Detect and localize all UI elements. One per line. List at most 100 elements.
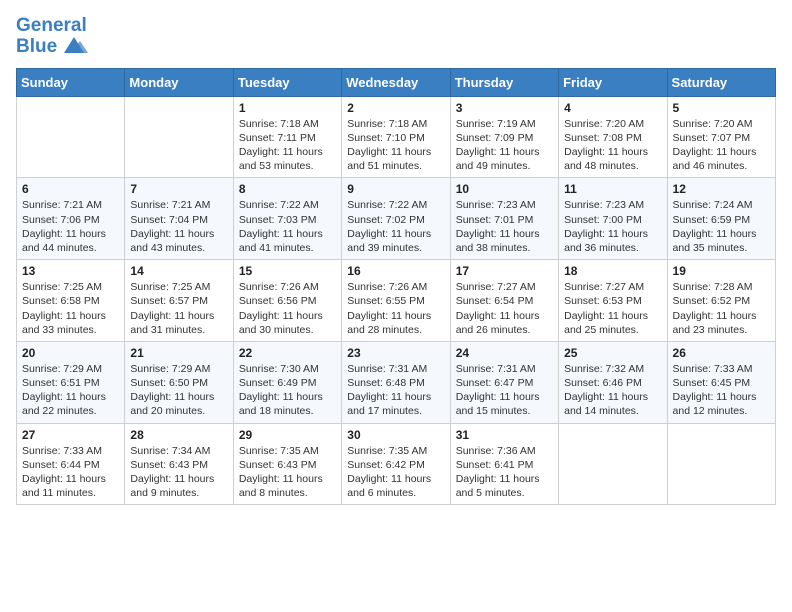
day-info: Sunrise: 7:36 AMSunset: 6:41 PMDaylight:… <box>456 444 553 501</box>
calendar-week-1: 1Sunrise: 7:18 AMSunset: 7:11 PMDaylight… <box>17 96 776 178</box>
calendar-cell: 18 Sunrise: 7:27 AMSunset: 6:53 PMDayligh… <box>559 260 667 342</box>
day-info: Sunrise: 7:34 AMSunset: 6:43 PMDaylight:… <box>130 444 227 501</box>
calendar-cell: 8 Sunrise: 7:22 AMSunset: 7:03 PMDaylight… <box>233 178 341 260</box>
day-info: Sunrise: 7:27 AMSunset: 6:53 PMDaylight:… <box>564 280 661 337</box>
calendar-table: SundayMondayTuesdayWednesdayThursdayFrid… <box>16 68 776 505</box>
day-info: Sunrise: 7:33 AMSunset: 6:44 PMDaylight:… <box>22 444 119 501</box>
col-header-thursday: Thursday <box>450 68 558 96</box>
calendar-cell: 6 Sunrise: 7:21 AMSunset: 7:06 PMDaylight… <box>17 178 125 260</box>
day-info: Sunrise: 7:20 AMSunset: 7:08 PMDaylight:… <box>564 117 661 174</box>
day-number: 15 <box>239 264 336 278</box>
calendar-cell: 14 Sunrise: 7:25 AMSunset: 6:57 PMDayligh… <box>125 260 233 342</box>
day-info: Sunrise: 7:28 AMSunset: 6:52 PMDaylight:… <box>673 280 770 337</box>
calendar-week-2: 6 Sunrise: 7:21 AMSunset: 7:06 PMDaylight… <box>17 178 776 260</box>
day-info: Sunrise: 7:27 AMSunset: 6:54 PMDaylight:… <box>456 280 553 337</box>
day-number: 14 <box>130 264 227 278</box>
day-info: Sunrise: 7:25 AMSunset: 6:57 PMDaylight:… <box>130 280 227 337</box>
calendar-cell <box>559 423 667 505</box>
calendar-cell: 9Sunrise: 7:22 AMSunset: 7:02 PMDaylight… <box>342 178 450 260</box>
calendar-week-3: 13 Sunrise: 7:25 AMSunset: 6:58 PMDayligh… <box>17 260 776 342</box>
day-number: 28 <box>130 428 227 442</box>
calendar-cell: 13 Sunrise: 7:25 AMSunset: 6:58 PMDayligh… <box>17 260 125 342</box>
col-header-tuesday: Tuesday <box>233 68 341 96</box>
day-number: 11 <box>564 182 661 196</box>
day-info: Sunrise: 7:33 AMSunset: 6:45 PMDaylight:… <box>673 362 770 419</box>
day-info: Sunrise: 7:22 AMSunset: 7:02 PMDaylight:… <box>347 198 444 255</box>
calendar-cell: 23 Sunrise: 7:31 AMSunset: 6:48 PMDayligh… <box>342 341 450 423</box>
calendar-cell: 11 Sunrise: 7:23 AMSunset: 7:00 PMDayligh… <box>559 178 667 260</box>
page: General Blue SundayMondayTuesdayWednesda… <box>0 0 792 521</box>
calendar-cell: 21 Sunrise: 7:29 AMSunset: 6:50 PMDayligh… <box>125 341 233 423</box>
calendar-week-5: 27 Sunrise: 7:33 AMSunset: 6:44 PMDayligh… <box>17 423 776 505</box>
calendar-cell: 22 Sunrise: 7:30 AMSunset: 6:49 PMDayligh… <box>233 341 341 423</box>
calendar-cell: 29Sunrise: 7:35 AMSunset: 6:43 PMDayligh… <box>233 423 341 505</box>
day-info: Sunrise: 7:29 AMSunset: 6:50 PMDaylight:… <box>130 362 227 419</box>
col-header-saturday: Saturday <box>667 68 775 96</box>
header: General Blue <box>16 16 776 58</box>
day-info: Sunrise: 7:18 AMSunset: 7:10 PMDaylight:… <box>347 117 444 174</box>
day-number: 8 <box>239 182 336 196</box>
day-info: Sunrise: 7:30 AMSunset: 6:49 PMDaylight:… <box>239 362 336 419</box>
logo-icon <box>60 35 88 57</box>
day-number: 31 <box>456 428 553 442</box>
day-number: 13 <box>22 264 119 278</box>
day-number: 18 <box>564 264 661 278</box>
calendar-cell: 4Sunrise: 7:20 AMSunset: 7:08 PMDaylight… <box>559 96 667 178</box>
calendar-cell <box>17 96 125 178</box>
logo-general: General <box>16 16 88 37</box>
day-number: 3 <box>456 101 553 115</box>
day-info: Sunrise: 7:23 AMSunset: 7:01 PMDaylight:… <box>456 198 553 255</box>
day-number: 16 <box>347 264 444 278</box>
day-info: Sunrise: 7:23 AMSunset: 7:00 PMDaylight:… <box>564 198 661 255</box>
calendar-cell: 28 Sunrise: 7:34 AMSunset: 6:43 PMDayligh… <box>125 423 233 505</box>
day-info: Sunrise: 7:25 AMSunset: 6:58 PMDaylight:… <box>22 280 119 337</box>
calendar-cell: 10 Sunrise: 7:23 AMSunset: 7:01 PMDayligh… <box>450 178 558 260</box>
calendar-cell: 17 Sunrise: 7:27 AMSunset: 6:54 PMDayligh… <box>450 260 558 342</box>
day-info: Sunrise: 7:29 AMSunset: 6:51 PMDaylight:… <box>22 362 119 419</box>
day-number: 20 <box>22 346 119 360</box>
calendar-cell: 25Sunrise: 7:32 AMSunset: 6:46 PMDayligh… <box>559 341 667 423</box>
col-header-sunday: Sunday <box>17 68 125 96</box>
calendar-cell: 3 Sunrise: 7:19 AMSunset: 7:09 PMDaylight… <box>450 96 558 178</box>
day-number: 12 <box>673 182 770 196</box>
day-info: Sunrise: 7:35 AMSunset: 6:43 PMDaylight:… <box>239 444 336 501</box>
day-number: 2 <box>347 101 444 115</box>
calendar-cell: 19 Sunrise: 7:28 AMSunset: 6:52 PMDayligh… <box>667 260 775 342</box>
day-number: 22 <box>239 346 336 360</box>
day-info: Sunrise: 7:22 AMSunset: 7:03 PMDaylight:… <box>239 198 336 255</box>
day-info: Sunrise: 7:31 AMSunset: 6:48 PMDaylight:… <box>347 362 444 419</box>
day-info: Sunrise: 7:35 AMSunset: 6:42 PMDaylight:… <box>347 444 444 501</box>
day-info: Sunrise: 7:26 AMSunset: 6:55 PMDaylight:… <box>347 280 444 337</box>
day-number: 6 <box>22 182 119 196</box>
calendar-cell: 27 Sunrise: 7:33 AMSunset: 6:44 PMDayligh… <box>17 423 125 505</box>
calendar-cell: 20 Sunrise: 7:29 AMSunset: 6:51 PMDayligh… <box>17 341 125 423</box>
day-info: Sunrise: 7:21 AMSunset: 7:06 PMDaylight:… <box>22 198 119 255</box>
calendar-cell: 2 Sunrise: 7:18 AMSunset: 7:10 PMDaylight… <box>342 96 450 178</box>
day-info: Sunrise: 7:31 AMSunset: 6:47 PMDaylight:… <box>456 362 553 419</box>
day-info: Sunrise: 7:21 AMSunset: 7:04 PMDaylight:… <box>130 198 227 255</box>
calendar-week-4: 20 Sunrise: 7:29 AMSunset: 6:51 PMDayligh… <box>17 341 776 423</box>
day-number: 19 <box>673 264 770 278</box>
calendar-cell <box>125 96 233 178</box>
calendar-cell: 31 Sunrise: 7:36 AMSunset: 6:41 PMDayligh… <box>450 423 558 505</box>
day-number: 25 <box>564 346 661 360</box>
logo: General Blue <box>16 16 88 58</box>
day-number: 27 <box>22 428 119 442</box>
calendar-cell: 15Sunrise: 7:26 AMSunset: 6:56 PMDayligh… <box>233 260 341 342</box>
calendar-cell: 12 Sunrise: 7:24 AMSunset: 6:59 PMDayligh… <box>667 178 775 260</box>
day-number: 21 <box>130 346 227 360</box>
day-info: Sunrise: 7:19 AMSunset: 7:09 PMDaylight:… <box>456 117 553 174</box>
logo-blue: Blue <box>16 37 88 58</box>
col-header-monday: Monday <box>125 68 233 96</box>
calendar-cell: 30 Sunrise: 7:35 AMSunset: 6:42 PMDayligh… <box>342 423 450 505</box>
col-header-wednesday: Wednesday <box>342 68 450 96</box>
calendar-cell: 1Sunrise: 7:18 AMSunset: 7:11 PMDaylight… <box>233 96 341 178</box>
calendar-header-row: SundayMondayTuesdayWednesdayThursdayFrid… <box>17 68 776 96</box>
day-number: 26 <box>673 346 770 360</box>
day-info: Sunrise: 7:18 AMSunset: 7:11 PMDaylight:… <box>239 117 336 174</box>
day-number: 23 <box>347 346 444 360</box>
day-number: 10 <box>456 182 553 196</box>
day-number: 17 <box>456 264 553 278</box>
day-info: Sunrise: 7:24 AMSunset: 6:59 PMDaylight:… <box>673 198 770 255</box>
day-number: 30 <box>347 428 444 442</box>
